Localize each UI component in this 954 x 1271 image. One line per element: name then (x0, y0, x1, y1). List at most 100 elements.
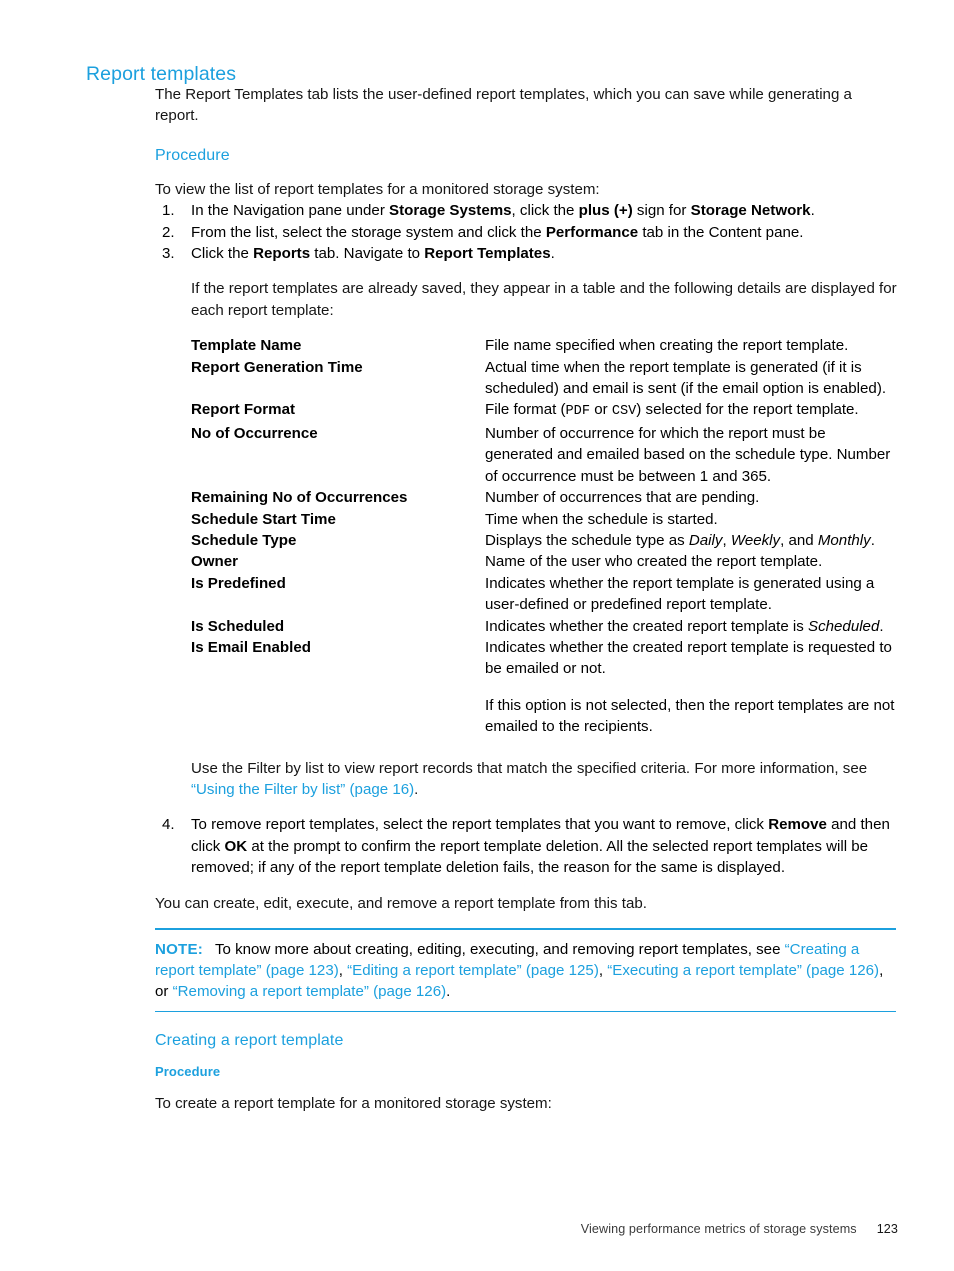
definition-term: Is Predefined (191, 574, 286, 592)
definition-term: Report Format (191, 401, 295, 419)
definition-term: Is Email Enabled (191, 638, 311, 656)
text-run: Number of occurrences that are pending. (485, 489, 760, 507)
report-template-field-definitions: Template Name File name specified when cr… (155, 335, 897, 737)
note-label: NOTE: (155, 940, 203, 958)
definition-row: Report Generation Time Actual time when t… (191, 357, 897, 400)
page-footer: Viewing performance metrics of storage s… (0, 1222, 954, 1236)
text-run: Number of occurrence for which the repor… (485, 424, 891, 485)
procedure-step: 2. From the list, select the storage syst… (155, 222, 897, 243)
definition-row: Is Email Enabled Indicates whether the cr… (191, 637, 897, 738)
text-run: tab in the Content pane. (638, 223, 804, 241)
bold-run: Remove (768, 816, 827, 834)
definition-description: Actual time when the report template is … (485, 357, 897, 400)
procedure-heading: Procedure (155, 146, 230, 164)
text-run: , (722, 531, 731, 549)
text-run: . (446, 983, 451, 1001)
text-run: . (870, 531, 875, 549)
text-run: ) selected for the report template. (636, 401, 859, 419)
definition-row: Schedule Type Displays the schedule type … (191, 530, 897, 551)
definition-row: Is Predefined Indicates whether the repor… (191, 573, 897, 616)
cross-reference-link[interactable]: “Executing a report template” (page 126) (607, 962, 879, 979)
text-run: . (879, 617, 884, 635)
text-run: . (810, 202, 815, 220)
definition-description-paragraph: File format (PDF or CSV) selected for th… (485, 399, 897, 422)
definition-description-paragraph: Indicates whether the report template is… (485, 573, 897, 616)
definition-row: Template Name File name specified when cr… (191, 335, 897, 356)
definition-description: Indicates whether the report template is… (485, 573, 897, 616)
cross-reference-link[interactable]: “Using the Filter by list” (page 16) (191, 781, 414, 798)
step-number: 1. (162, 202, 175, 220)
text-run: File format ( (485, 401, 566, 419)
procedure-step: 3. Click the Reports tab. Navigate to Rep… (155, 243, 897, 264)
cross-reference-link[interactable]: “Removing a report template” (page 126) (173, 983, 447, 1000)
step-number: 4. (162, 816, 175, 834)
text-run: . (414, 780, 419, 798)
procedure-step: 1. In the Navigation pane under Storage S… (155, 200, 897, 221)
definition-term: Template Name (191, 337, 302, 355)
page-body: The Report Templates tab lists the user-… (155, 84, 897, 1115)
text-run: Indicates whether the created report tem… (485, 617, 809, 635)
page-title: Report templates (86, 63, 237, 86)
bold-run: Reports (253, 245, 311, 263)
definition-description-paragraph: Time when the schedule is started. (485, 509, 897, 530)
procedure-steps-list-continued: 4. To remove report templates, select the… (155, 814, 897, 878)
lead-in-paragraph: To view the list of report templates for… (155, 180, 600, 198)
text-run: at the prompt to confirm the report temp… (191, 837, 869, 877)
step-number: 2. (162, 223, 175, 241)
definition-description: Indicates whether the created report tem… (485, 637, 897, 738)
definition-description-paragraph: File name specified when creating the re… (485, 335, 897, 356)
text-run: Time when the schedule is started. (485, 510, 718, 528)
section2-procedure-heading: Procedure (155, 1064, 221, 1080)
step-text: Click the Reports tab. Navigate to Repor… (191, 245, 555, 262)
definition-description-paragraph: Name of the user who created the report … (485, 551, 897, 572)
text-run: tab. Navigate to (310, 245, 425, 263)
note-box: NOTE: To know more about creating, editin… (155, 928, 897, 1013)
definition-description-paragraph: If this option is not selected, then the… (485, 695, 897, 738)
definition-row: Is Scheduled Indicates whether the create… (191, 616, 897, 637)
definition-description: Name of the user who created the report … (485, 551, 897, 572)
text-run: , click the (511, 202, 579, 220)
closing-paragraph: You can create, edit, execute, and remov… (155, 894, 647, 912)
text-run: Displays the schedule type as (485, 531, 689, 549)
text-run: Use the Filter by list to view report re… (191, 759, 868, 777)
text-run: Indicates whether the created report tem… (485, 638, 892, 678)
definition-description-paragraph: Indicates whether the created report tem… (485, 637, 897, 680)
definition-description: Indicates whether the created report tem… (485, 616, 897, 637)
text-run: To know more about creating, editing, ex… (214, 940, 785, 958)
definition-description: Number of occurrence for which the repor… (485, 423, 897, 487)
text-run: Name of the user who created the report … (485, 553, 823, 571)
bold-run: Performance (545, 223, 639, 241)
definition-description: Time when the schedule is started. (485, 509, 897, 530)
italic-run: Daily (688, 531, 723, 549)
definition-row: Owner Name of the user who created the re… (191, 551, 897, 572)
definition-term: Remaining No of Occurrences (191, 489, 408, 507)
definition-term: Is Scheduled (191, 617, 285, 635)
definition-description: Number of occurrences that are pending. (485, 487, 897, 508)
definition-description-paragraph: Indicates whether the created report tem… (485, 616, 897, 637)
document-page: Report templates The Report Templates ta… (0, 0, 954, 1271)
code-run: CSV (611, 404, 637, 420)
section-heading-creating-report-template: Creating a report template (155, 1032, 344, 1050)
text-run: , (338, 962, 348, 979)
text-run: File name specified when creating the re… (485, 337, 849, 355)
definition-description-paragraph: Actual time when the report template is … (485, 357, 897, 400)
italic-run: Scheduled (808, 617, 880, 635)
text-run: To remove report templates, select the r… (191, 816, 769, 834)
bold-run: Storage Network (690, 202, 811, 220)
cross-reference-link[interactable]: “Editing a report template” (page 125) (347, 962, 599, 979)
definition-row: No of Occurrence Number of occurrence for… (191, 423, 897, 487)
text-run: Actual time when the report template is … (485, 358, 887, 398)
text-run: Click the (191, 245, 254, 263)
definition-description: Displays the schedule type as Daily, Wee… (485, 530, 897, 551)
bold-run: Storage Systems (389, 202, 512, 220)
text-run: , and (780, 531, 818, 549)
italic-run: Monthly (817, 531, 871, 549)
definition-description-paragraph: Number of occurrence for which the repor… (485, 423, 897, 487)
intro-paragraph: The Report Templates tab lists the user-… (155, 86, 852, 125)
definition-description-paragraph: Number of occurrences that are pending. (485, 487, 897, 508)
code-run: PDF (565, 404, 590, 420)
text-run: Indicates whether the report template is… (485, 574, 875, 614)
footer-page-number: 123 (876, 1222, 898, 1236)
text-run: or (590, 401, 612, 419)
bold-run: Report Templates (424, 245, 551, 263)
